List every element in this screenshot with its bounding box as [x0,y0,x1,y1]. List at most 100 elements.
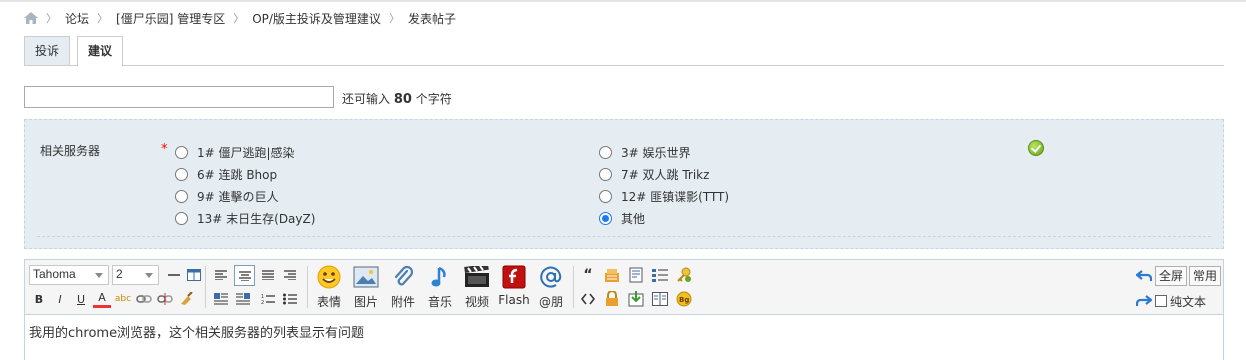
radio-button[interactable] [175,167,188,181]
insert-download-icon[interactable] [627,290,645,308]
align-left-icon[interactable] [212,266,230,284]
hidden-content-icon[interactable] [603,266,621,284]
bold-icon[interactable]: B [30,290,48,308]
toolbar-divider [307,266,308,308]
counter-prefix: 还可输入 [342,92,391,106]
page-break-icon[interactable] [627,266,645,284]
insert-button-label: 图片 [353,295,378,309]
toolbar-divider [573,266,574,308]
redo-icon[interactable] [1135,292,1153,310]
server-option[interactable]: 1# 僵尸逃跑|感染 [175,143,295,161]
radio-button[interactable] [175,145,188,159]
common-button[interactable]: 常用 [1189,266,1222,286]
server-panel: 相关服务器 * 1# 僵尸逃跑|感染 3# 娱乐世界 6# 连跳 Bhop 7#… [24,119,1224,249]
unordered-list-icon[interactable] [281,290,299,308]
server-option[interactable]: 3# 娱乐世界 [599,143,691,161]
radio-button[interactable] [599,145,612,159]
post-type-tabs: 投诉 建议 [24,36,1224,67]
svg-text:Bg: Bg [679,296,689,304]
align-right-icon[interactable] [281,266,299,284]
breadcrumb-section[interactable]: [僵尸乐园] 管理专区 [116,10,225,27]
breadcrumb-forum[interactable]: 论坛 [65,10,89,27]
insert-music-button[interactable]: 音乐 [422,264,458,310]
font-color-icon[interactable]: A [93,290,111,308]
insert-smiley-button[interactable]: 表情 [311,264,347,310]
underline-icon[interactable]: U [72,290,90,308]
lock-icon[interactable] [603,290,621,308]
float-left-icon[interactable] [212,290,230,308]
ordered-list-icon[interactable]: 12 [259,290,277,308]
plain-text-label: 纯文本 [1170,294,1207,309]
insert-button-label: 视频 [464,295,489,309]
editor-toolbar: Tahoma 2 B I U A abc 1 2 表情 图片 附件 音乐 视频 … [25,260,1223,315]
paperclip-icon [390,264,416,290]
float-right-icon[interactable] [234,290,252,308]
server-option[interactable]: 13# 末日生存(DayZ) [175,209,315,227]
link-icon[interactable] [135,290,153,308]
tab-suggestion[interactable]: 建议 [77,36,123,67]
server-option[interactable]: 9# 進擊の巨人 [175,187,279,205]
insert-video-button[interactable]: 视频 [459,264,495,310]
password-icon[interactable] [675,266,693,284]
breadcrumb-separator: 〉 [233,12,245,25]
radio-button-selected[interactable] [599,211,612,225]
server-option-label: 其他 [621,211,646,226]
toolbar-divider [205,266,206,308]
table-icon[interactable] [185,266,203,284]
radio-button[interactable] [599,189,612,203]
server-option[interactable]: 其他 [599,209,645,227]
server-option[interactable]: 6# 连跳 Bhop [175,165,277,183]
server-option[interactable]: 7# 双人跳 Trikz [599,165,709,183]
columns-icon[interactable] [651,290,669,308]
tab-complaint[interactable]: 投诉 [24,36,70,66]
font-select[interactable]: Tahoma [29,265,109,285]
radio-button[interactable] [599,167,612,181]
server-option-label: 7# 双人跳 Trikz [621,167,710,182]
server-option-label: 12# 匪镇谍影(TTT) [621,189,730,204]
breadcrumb-separator: 〉 [46,12,57,25]
radio-button[interactable] [175,189,188,203]
video-icon [464,264,490,290]
subject-input[interactable] [24,86,334,108]
at-icon [538,264,564,290]
server-option-label: 6# 连跳 Bhop [197,167,278,182]
char-counter: 还可输入 80 个字符 [342,90,452,107]
unlink-icon[interactable] [156,290,174,308]
server-option-label: 1# 僵尸逃跑|感染 [197,145,295,160]
undo-icon[interactable] [1135,267,1153,285]
quote-icon[interactable]: “ [579,266,597,284]
server-option-label: 3# 娱乐世界 [621,145,691,160]
top-divider [0,0,1246,2]
insert-mention-button[interactable]: @朋 [533,264,569,310]
breadcrumb-board[interactable]: OP/版主投诉及管理建议 [252,10,381,27]
index-icon[interactable] [651,266,669,284]
server-option-label: 9# 進擊の巨人 [197,189,279,204]
font-size-select[interactable]: 2 [112,265,159,285]
image-icon [353,264,379,290]
insert-flash-button[interactable]: Flash [496,264,532,310]
home-icon[interactable] [24,12,38,24]
check-icon [1028,140,1044,156]
svg-text:2: 2 [261,300,264,305]
insert-attachment-button[interactable]: 附件 [385,264,421,310]
post-editor: Tahoma 2 B I U A abc 1 2 表情 图片 附件 音乐 视频 … [24,259,1224,360]
clear-format-icon[interactable] [177,290,195,308]
server-option[interactable]: 12# 匪镇谍影(TTT) [599,187,729,205]
code-icon[interactable] [579,290,597,308]
insert-image-button[interactable]: 图片 [348,264,384,310]
align-justify-icon[interactable] [259,266,277,284]
plain-text-checkbox[interactable] [1155,295,1167,307]
panel-divider [37,236,1211,237]
editor-content[interactable]: 我用的chrome浏览器，这个相关服务器的列表显示有问题 [25,316,1223,360]
insert-button-label: Flash [498,293,530,307]
fullscreen-button[interactable]: 全屏 [1155,266,1188,286]
horizontal-rule-icon[interactable] [165,266,183,284]
align-center-icon[interactable] [234,265,255,286]
italic-icon[interactable]: I [51,290,69,308]
plain-text-toggle[interactable]: 纯文本 [1155,292,1206,310]
flash-icon [501,264,527,290]
highlight-icon[interactable]: abc [114,290,132,308]
server-option-label: 13# 末日生存(DayZ) [197,211,316,226]
background-icon[interactable]: Bg [675,290,693,308]
radio-button[interactable] [175,211,188,225]
